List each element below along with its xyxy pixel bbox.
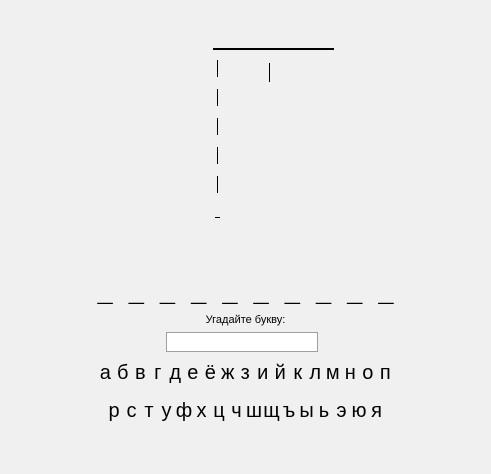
letter-button[interactable]: н [342, 362, 360, 385]
letter-button[interactable]: у [158, 400, 176, 423]
letter-button[interactable]: и [254, 362, 272, 385]
letter-button[interactable]: й [272, 362, 290, 385]
letter-button[interactable]: р [106, 400, 124, 423]
letter-button[interactable]: ю [351, 400, 369, 423]
gallows-post-segment [217, 118, 218, 135]
gallows-post-segment [217, 176, 218, 193]
letter-button[interactable]: я [368, 400, 386, 423]
letter-button[interactable]: п [377, 362, 395, 385]
guess-prompt-label: Угадайте букву: [205, 314, 286, 326]
gallows-beam [213, 48, 334, 50]
letter-button[interactable]: ф [176, 400, 194, 423]
gallows-base [215, 217, 220, 218]
letter-button[interactable]: ё [202, 362, 220, 385]
letter-button[interactable]: о [359, 362, 377, 385]
letter-button[interactable]: е [184, 362, 202, 385]
letter-button[interactable]: л [307, 362, 325, 385]
gallows-post-segment [217, 89, 218, 106]
letter-button[interactable]: щ [263, 400, 281, 423]
letter-button[interactable]: з [237, 362, 255, 385]
letter-button[interactable]: х [193, 400, 211, 423]
letter-button[interactable]: а [97, 362, 115, 385]
letter-button[interactable]: ц [211, 400, 229, 423]
letter-button[interactable]: ъ [281, 400, 299, 423]
letter-button[interactable]: к [289, 362, 307, 385]
letter-button[interactable]: с [123, 400, 141, 423]
hidden-word: _ _ _ _ _ _ _ _ _ _ [97, 279, 394, 309]
letter-button[interactable]: ш [246, 400, 264, 423]
letter-button[interactable]: ы [298, 400, 316, 423]
gallows-post-segment [217, 60, 218, 77]
letter-button[interactable]: м [324, 362, 342, 385]
letter-button[interactable]: т [141, 400, 159, 423]
gallows-post-segment [217, 147, 218, 164]
letter-button[interactable]: ь [316, 400, 334, 423]
letter-button[interactable]: ж [219, 362, 237, 385]
gallows-rope [269, 63, 270, 82]
letter-button[interactable]: г [149, 362, 167, 385]
letter-button[interactable]: б [114, 362, 132, 385]
letter-button[interactable]: д [167, 362, 185, 385]
letter-button[interactable]: ч [228, 400, 246, 423]
guess-letter-input[interactable] [166, 332, 318, 352]
alphabet-row-2: р с т у ф х ц ч шщ ъ ы ь э ю я [0, 400, 491, 423]
letter-button[interactable]: в [132, 362, 150, 385]
alphabet-row-1: абвгдеёжзийклмноп [0, 362, 491, 385]
letter-button[interactable]: э [333, 400, 351, 423]
